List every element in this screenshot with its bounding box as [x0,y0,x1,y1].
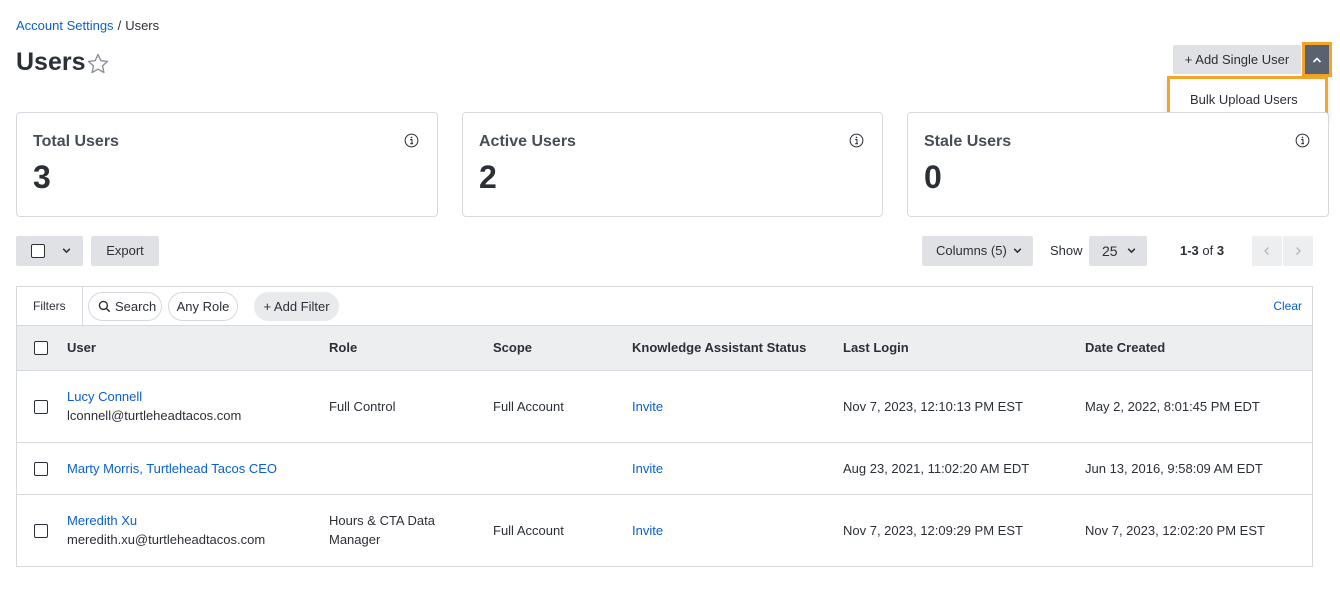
column-header-ka-status[interactable]: Knowledge Assistant Status [632,340,806,355]
filter-bar: Filters Search Any Role + Add Filter Cle… [17,287,1312,326]
stat-card-active-users: Active Users 2 [462,112,883,217]
date-created-cell: Jun 13, 2016, 9:58:09 AM EDT [1085,461,1263,476]
filters-label: Filters [33,299,66,313]
select-all-checkbox[interactable] [31,244,45,258]
info-icon[interactable] [849,133,864,148]
stat-label: Stale Users [924,133,1012,150]
columns-label: Columns (5) [936,243,1007,258]
row-checkbox[interactable] [34,524,48,538]
info-icon[interactable] [1295,133,1310,148]
row-checkbox[interactable] [34,400,48,414]
user-email: meredith.xu@turtleheadtacos.com [67,532,266,547]
clear-filters-link[interactable]: Clear [1273,299,1302,313]
chevron-left-icon [1264,247,1269,255]
chevron-right-icon [1296,247,1301,255]
invite-link[interactable]: Invite [632,397,663,416]
user-name-link[interactable]: Lucy Connell [67,387,241,406]
page-title: Users [16,48,86,76]
add-single-user-button[interactable]: + Add Single User [1173,45,1301,74]
chevron-down-icon [62,248,71,254]
invite-link[interactable]: Invite [632,521,663,540]
stat-value: 3 [33,159,51,195]
stat-label: Total Users [33,133,119,150]
column-header-user[interactable]: User [67,340,96,355]
column-header-role[interactable]: Role [329,340,357,355]
search-filter-button[interactable]: Search [88,292,162,321]
user-name-link[interactable]: Marty Morris, Turtlehead Tacos CEO [67,459,277,478]
add-filter-button[interactable]: + Add Filter [254,292,339,321]
range-total: 3 [1216,243,1225,258]
chevron-down-icon [1013,248,1022,254]
last-login-cell: Nov 7, 2023, 12:09:29 PM EST [843,523,1023,538]
last-login-cell: Nov 7, 2023, 12:10:13 PM EST [843,399,1023,414]
date-created-cell: Nov 7, 2023, 12:02:20 PM EST [1085,523,1265,538]
stat-value: 2 [479,159,497,195]
table-row: Lucy Connell lconnell@turtleheadtacos.co… [17,371,1312,443]
stat-card-total-users: Total Users 3 [16,112,438,217]
breadcrumb-current: Users [125,18,160,33]
add-user-dropdown-toggle[interactable] [1302,42,1332,77]
role-cell: Hours & CTA Data Manager [329,513,435,547]
columns-dropdown[interactable]: Columns (5) [922,236,1033,266]
date-created-cell: May 2, 2022, 8:01:45 PM EDT [1085,399,1260,414]
range-of: of [1202,243,1214,258]
chevron-down-icon [1127,248,1136,254]
last-login-cell: Aug 23, 2021, 11:02:20 AM EDT [843,461,1030,476]
stat-card-stale-users: Stale Users 0 [907,112,1329,217]
column-header-last-login[interactable]: Last Login [843,340,909,355]
breadcrumb-account-settings-link[interactable]: Account Settings [16,18,114,33]
next-page-button[interactable] [1283,236,1313,266]
scope-cell: Full Account [493,523,564,538]
stat-value: 0 [924,159,942,195]
invite-link[interactable]: Invite [632,459,663,478]
show-label: Show [1050,243,1083,258]
breadcrumb: Account Settings / Users [16,18,159,33]
chevron-up-icon [1312,56,1322,63]
header-select-all-checkbox[interactable] [34,341,48,355]
user-email: lconnell@turtleheadtacos.com [67,408,242,423]
page-size-select[interactable]: 25 [1089,236,1147,266]
favorite-star-icon[interactable] [86,52,110,76]
filter-divider [82,287,83,326]
table-header-row: User Role Scope Knowledge Assistant Stat… [17,326,1312,371]
row-checkbox[interactable] [34,462,48,476]
users-table: Filters Search Any Role + Add Filter Cle… [16,286,1313,567]
user-cell: Lucy Connell lconnell@turtleheadtacos.co… [67,387,241,425]
previous-page-button[interactable] [1252,236,1282,266]
bulk-select-dropdown[interactable] [16,236,83,266]
user-cell: Marty Morris, Turtlehead Tacos CEO [67,459,277,478]
pagination-range: 1-3 of 3 [1180,243,1224,258]
column-header-date-created[interactable]: Date Created [1085,340,1165,355]
column-header-scope[interactable]: Scope [493,340,532,355]
role-cell: Full Control [329,399,396,414]
search-label: Search [115,299,157,314]
stat-label: Active Users [479,133,576,150]
table-row: Meredith Xu meredith.xu@turtleheadtacos.… [17,495,1312,567]
user-cell: Meredith Xu meredith.xu@turtleheadtacos.… [67,511,265,549]
breadcrumb-separator: / [117,18,122,33]
page-size-value: 25 [1102,243,1118,259]
role-filter-button[interactable]: Any Role [168,292,238,321]
table-row: Marty Morris, Turtlehead Tacos CEO Invit… [17,443,1312,495]
scope-cell: Full Account [493,399,564,414]
export-button[interactable]: Export [91,236,159,266]
user-name-link[interactable]: Meredith Xu [67,511,265,530]
info-icon[interactable] [404,133,419,148]
search-icon [98,300,111,313]
range-value: 1-3 [1180,243,1199,258]
